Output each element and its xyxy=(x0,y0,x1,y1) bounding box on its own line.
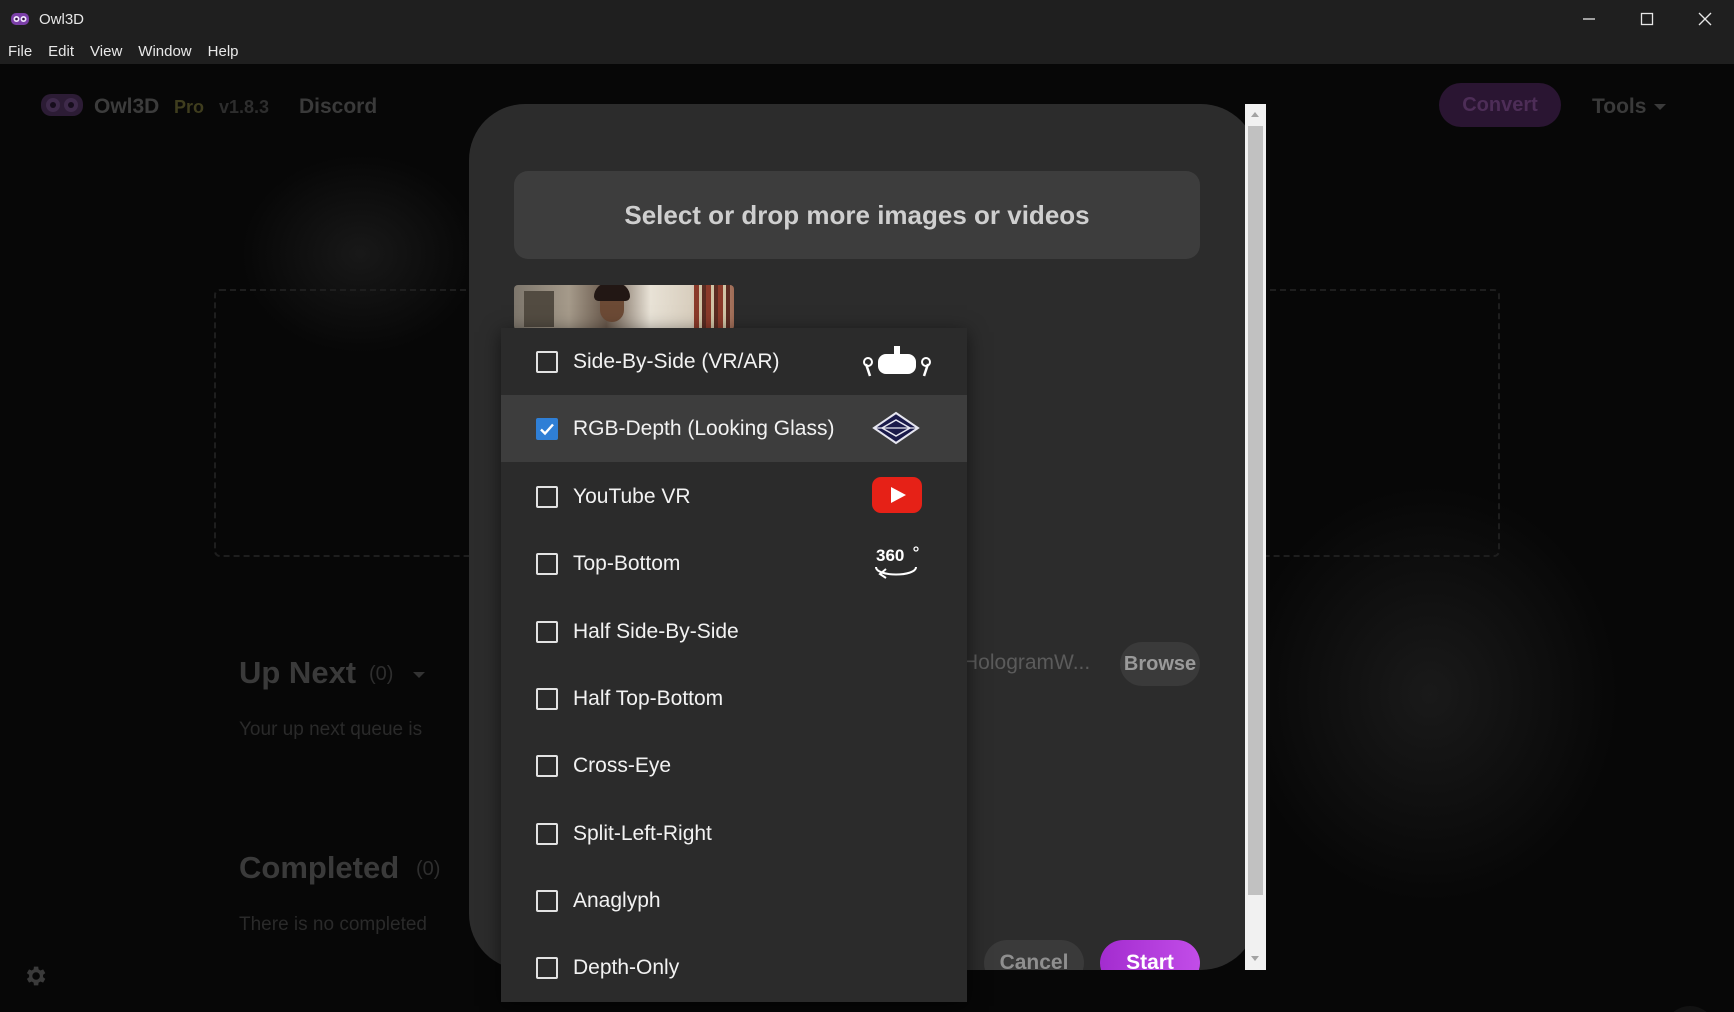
format-option-anaglyph[interactable]: Anaglyph xyxy=(501,867,967,934)
owl3d-window: Owl3D File Edit View Window Help Owl3D P… xyxy=(0,0,1734,1012)
dialog-scrollbar[interactable] xyxy=(1245,104,1266,970)
format-option-half-top-bottom[interactable]: Half Top-Bottom xyxy=(501,665,967,732)
close-icon xyxy=(1698,12,1712,26)
up-next-empty-text: Your up next queue is xyxy=(239,719,423,740)
minimize-icon xyxy=(1583,18,1595,20)
convert-button[interactable]: Convert xyxy=(1439,83,1561,127)
format-option-top-bottom[interactable]: Top-Bottom 360 xyxy=(501,530,967,597)
format-option-split-left-right[interactable]: Split-Left-Right xyxy=(501,800,967,867)
owl-logo-icon xyxy=(41,94,83,116)
select-files-button[interactable]: Select or drop more images or videos xyxy=(514,171,1200,259)
menu-window[interactable]: Window xyxy=(138,43,191,60)
youtube-icon xyxy=(872,477,922,513)
video-thumbnail[interactable] xyxy=(514,285,734,330)
format-option-rgb-depth-looking-glass[interactable]: RGB-Depth (Looking Glass) xyxy=(501,395,967,462)
format-option-label: Anaglyph xyxy=(573,888,661,912)
format-option-label: Half Top-Bottom xyxy=(573,686,724,710)
minimize-button[interactable] xyxy=(1560,0,1618,38)
close-window-button[interactable] xyxy=(1676,0,1734,38)
format-checkbox[interactable] xyxy=(536,620,558,643)
format-option-label: Side-By-Side (VR/AR) xyxy=(573,349,780,373)
chevron-down-icon xyxy=(1654,104,1666,110)
format-checkbox[interactable] xyxy=(536,889,558,912)
format-checkbox[interactable] xyxy=(536,754,558,777)
maximize-icon xyxy=(1640,12,1654,26)
edition-label: Pro xyxy=(174,97,205,117)
svg-text:360: 360 xyxy=(876,546,904,565)
version-label: v1.8.3 xyxy=(219,97,270,117)
format-option-label: Cross-Eye xyxy=(573,753,672,777)
format-option-side-by-side-vr-ar[interactable]: Side-By-Side (VR/AR) xyxy=(501,328,967,395)
maximize-button[interactable] xyxy=(1618,0,1676,38)
output-format-dropdown: Side-By-Side (VR/AR) RGB-Depth (Looking … xyxy=(501,328,967,1002)
window-title: Owl3D xyxy=(39,10,85,28)
format-option-label: RGB-Depth (Looking Glass) xyxy=(573,416,835,440)
format-option-label: Depth-Only xyxy=(573,955,680,979)
scroll-up-arrow-icon[interactable] xyxy=(1251,112,1259,117)
menu-file[interactable]: File xyxy=(8,43,32,60)
format-checkbox[interactable] xyxy=(536,485,558,508)
completed-count: (0) xyxy=(416,858,441,880)
format-checkbox[interactable] xyxy=(536,350,558,373)
menu-help[interactable]: Help xyxy=(208,43,239,60)
discord-link[interactable]: Discord xyxy=(299,95,377,119)
gear-icon[interactable] xyxy=(22,963,48,989)
looking-glass-icon xyxy=(872,411,920,445)
tools-menu[interactable]: Tools xyxy=(1592,95,1646,119)
menu-bar: File Edit View Window Help xyxy=(0,38,1734,64)
output-path-text: HologramW... xyxy=(963,651,1091,674)
owl-app-icon xyxy=(11,13,29,25)
brand-name: Owl3D xyxy=(94,95,160,118)
start-button[interactable]: Start xyxy=(1100,940,1200,970)
format-checkbox[interactable] xyxy=(536,687,558,710)
cancel-button[interactable]: Cancel xyxy=(984,940,1084,970)
format-option-cross-eye[interactable]: Cross-Eye xyxy=(501,732,967,799)
format-option-label: YouTube VR xyxy=(573,484,691,508)
browse-button[interactable]: Browse xyxy=(1120,642,1200,686)
format-checkbox[interactable] xyxy=(536,956,558,979)
format-option-half-side-by-side[interactable]: Half Side-By-Side xyxy=(501,598,967,665)
format-option-label: Half Side-By-Side xyxy=(573,619,739,643)
menu-edit[interactable]: Edit xyxy=(48,43,74,60)
format-checkbox[interactable] xyxy=(536,822,558,845)
up-next-count: (0) xyxy=(369,663,394,685)
completed-empty-text: There is no completed xyxy=(239,914,427,935)
scrollbar-thumb[interactable] xyxy=(1248,126,1263,895)
format-option-youtube-vr[interactable]: YouTube VR xyxy=(501,463,967,530)
check-icon xyxy=(540,423,554,435)
format-option-depth-only[interactable]: Depth-Only xyxy=(501,934,967,1001)
format-option-label: Split-Left-Right xyxy=(573,821,712,845)
chat-button[interactable] xyxy=(1664,1006,1716,1012)
scroll-down-arrow-icon[interactable] xyxy=(1251,956,1259,961)
completed-title: Completed xyxy=(239,850,400,885)
format-checkbox[interactable] xyxy=(536,552,558,575)
menu-view[interactable]: View xyxy=(90,43,122,60)
360-icon: 360 xyxy=(875,546,919,579)
format-option-label: Top-Bottom xyxy=(573,551,681,575)
title-bar: Owl3D xyxy=(0,0,1734,38)
format-checkbox[interactable] xyxy=(536,417,558,440)
up-next-title: Up Next xyxy=(239,655,357,690)
chevron-down-icon[interactable] xyxy=(413,672,425,678)
vr-headset-icon xyxy=(863,346,931,377)
